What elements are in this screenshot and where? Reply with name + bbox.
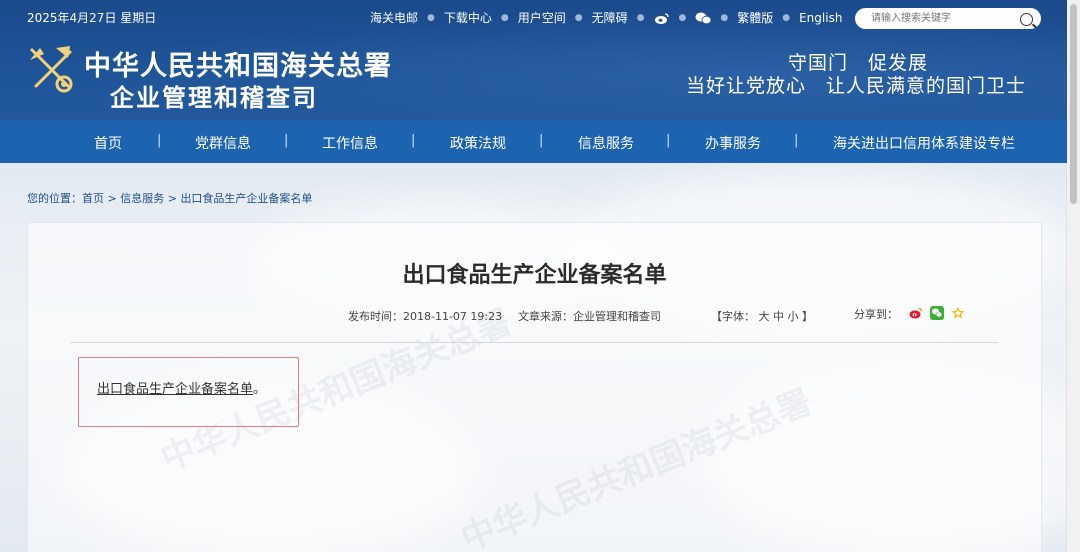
attachment-link[interactable]: 出口食品生产企业备案名单 xyxy=(97,382,253,397)
english-link[interactable]: English xyxy=(799,11,842,25)
attachment-text: 出口食品生产企业备案名单。 xyxy=(97,378,266,397)
search-icon[interactable] xyxy=(1020,13,1033,26)
scrollbar-thumb[interactable] xyxy=(1070,4,1077,204)
separator-dot: ● xyxy=(427,12,435,23)
current-date: 2025年4月27日 星期日 xyxy=(27,11,157,25)
nav-item-services[interactable]: 办事服务 xyxy=(705,133,761,153)
breadcrumb-info-service[interactable]: 信息服务 xyxy=(120,192,164,205)
breadcrumb-home[interactable]: 首页 xyxy=(82,192,104,205)
share-icons xyxy=(909,305,965,320)
article-title: 出口食品生产企业备案名单 xyxy=(402,263,667,288)
nav-item-party[interactable]: 党群信息 xyxy=(195,133,251,153)
search-input[interactable] xyxy=(871,11,1011,26)
watermark: 中华人民共和国海关总署 xyxy=(455,382,818,552)
nav-separator: | xyxy=(284,133,289,148)
org-name-secondary: 企业管理和稽查司 xyxy=(110,83,318,112)
separator-dot: ● xyxy=(574,12,583,23)
separator-dot: ● xyxy=(500,12,509,23)
top-link-download[interactable]: 下载中心 xyxy=(444,9,492,26)
nav-item-policy[interactable]: 政策法规 xyxy=(450,133,506,153)
content-divider xyxy=(70,342,998,343)
breadcrumb-current[interactable]: 出口食品生产企业备案名单 xyxy=(180,192,312,205)
traditional-chinese-link[interactable]: 繁體版 xyxy=(737,9,773,26)
weibo-icon[interactable] xyxy=(654,11,670,25)
top-link-user-space[interactable]: 用户空间 xyxy=(518,9,566,26)
vertical-scrollbar[interactable] xyxy=(1066,0,1080,552)
publish-time: 发布时间：2018-11-07 19:23 xyxy=(348,310,503,323)
nav-separator: | xyxy=(411,133,416,148)
separator-dot: ● xyxy=(720,12,729,23)
share-label: 分享到： xyxy=(854,308,898,321)
nav-separator: | xyxy=(794,133,799,148)
wechat-icon[interactable] xyxy=(695,11,712,25)
slogan-line-2: 当好让党放心 让人民满意的国门卫士 xyxy=(686,75,1027,97)
nav-item-home[interactable]: 首页 xyxy=(94,133,122,153)
separator-dot: ● xyxy=(678,12,687,23)
top-link-email[interactable]: 海关电邮 xyxy=(370,9,418,26)
font-size-controls[interactable]: 【字体： 大 中 小 】 xyxy=(711,308,813,324)
nav-item-info-service[interactable]: 信息服务 xyxy=(578,133,634,153)
separator-dot: ● xyxy=(636,12,645,23)
customs-emblem-icon xyxy=(26,44,78,94)
top-link-accessibility[interactable]: 无障碍 xyxy=(592,9,628,26)
separator-dot: ● xyxy=(782,12,791,23)
wechat-icon[interactable] xyxy=(930,305,944,320)
link-suffix: 。 xyxy=(253,382,267,397)
nav-item-credit-column[interactable]: 海关进出口信用体系建设专栏 xyxy=(833,133,1015,153)
article-card: 中华人民共和国海关总署 中华人民共和国海关总署 出口食品生产企业备案名单 发布时… xyxy=(27,222,1042,552)
weibo-icon[interactable] xyxy=(909,305,923,319)
breadcrumb-label: 您的位置： xyxy=(27,192,82,205)
nav-item-work[interactable]: 工作信息 xyxy=(322,133,378,153)
article-source: 文章来源：企业管理和稽查司 xyxy=(518,310,661,323)
nav-separator: | xyxy=(157,133,162,148)
nav-separator: | xyxy=(539,133,544,148)
site-header: 2025年4月27日 星期日 海关电邮 ● 下载中心 ● 用户空间 ● 无障碍 … xyxy=(0,0,1067,120)
breadcrumb: 您的位置：首页 > 信息服务 > 出口食品生产企业备案名单 xyxy=(27,190,312,206)
favorite-star-icon[interactable] xyxy=(951,305,965,319)
nav-separator: | xyxy=(666,133,671,148)
top-links-bar: 海关电邮 ● 下载中心 ● 用户空间 ● 无障碍 ● ● ● 繁體版 ● Eng… xyxy=(370,9,842,26)
search-box xyxy=(855,8,1041,29)
breadcrumb-separator: > xyxy=(104,192,121,205)
breadcrumb-separator: > xyxy=(164,192,181,205)
main-navigation: 首页 | 党群信息 | 工作信息 | 政策法规 | 信息服务 | 办事服务 | … xyxy=(0,120,1067,163)
